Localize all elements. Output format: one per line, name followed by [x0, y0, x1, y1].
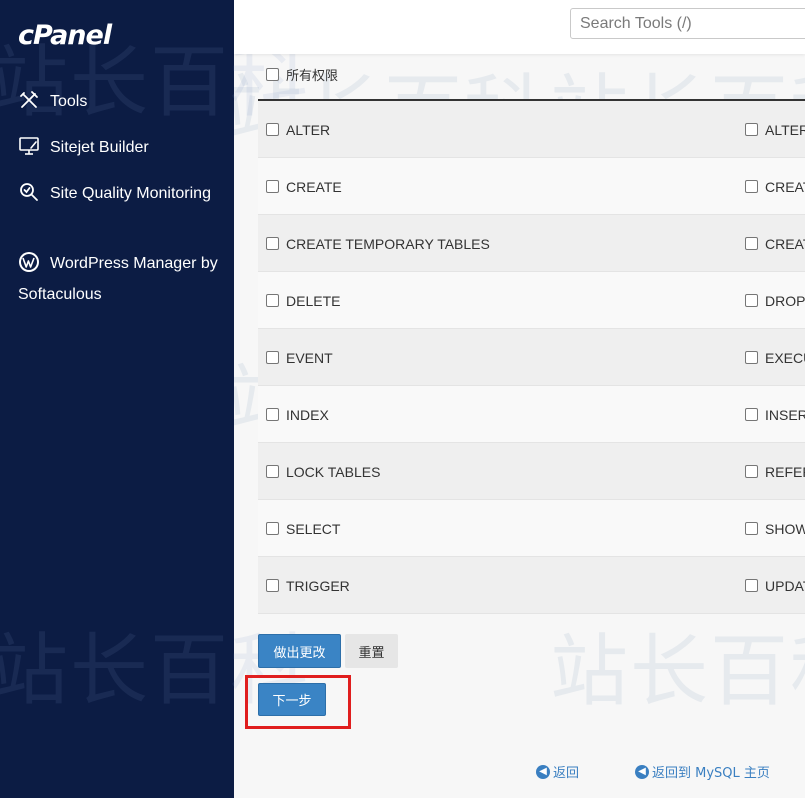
watermark: 站长百科 — [550, 627, 805, 717]
privilege-checkbox[interactable] — [745, 123, 758, 136]
sidebar-item-label: WordPress Manager by Softaculous — [18, 255, 218, 303]
privilege-label: CREATE TEMPORARY TABLES — [286, 235, 490, 252]
privilege-option[interactable]: DELETE — [266, 272, 340, 329]
privilege-checkbox[interactable] — [266, 579, 279, 592]
privilege-label: UPDAT — [765, 577, 805, 594]
sidebar-item-sitejet-builder[interactable]: Sitejet Builder — [18, 132, 223, 163]
privilege-label: LOCK TABLES — [286, 463, 381, 480]
privilege-row: ALTER ALTER — [258, 101, 805, 158]
all-privileges-label: 所有权限 — [286, 67, 339, 83]
privilege-option[interactable]: EXECU — [745, 329, 805, 386]
next-step-button[interactable]: 下一步 — [258, 683, 326, 716]
back-to-mysql-label: 返回到 MySQL 主页 — [652, 766, 770, 781]
tools-icon — [18, 89, 40, 111]
privilege-label: SELECT — [286, 520, 341, 537]
privilege-row: INDEX INSERT — [258, 386, 805, 443]
privilege-row: SELECT SHOW — [258, 500, 805, 557]
top-header — [234, 0, 805, 54]
sidebar-item-label: Sitejet Builder — [50, 139, 149, 156]
privilege-checkbox[interactable] — [266, 180, 279, 193]
privilege-option[interactable]: CREATE TEMPORARY TABLES — [266, 215, 490, 272]
sidebar-item-label: Site Quality Monitoring — [50, 185, 211, 202]
sidebar-item-wordpress-manager[interactable]: WordPress Manager by Softaculous — [18, 248, 223, 310]
privilege-label: TRIGGER — [286, 577, 350, 594]
privilege-label: CREAT — [765, 235, 805, 252]
cpanel-logo[interactable]: cPanel — [18, 20, 112, 51]
privilege-checkbox[interactable] — [745, 408, 758, 421]
privilege-label: DELETE — [286, 292, 341, 309]
wordpress-icon — [18, 251, 40, 273]
privilege-option[interactable]: CREAT — [745, 215, 805, 272]
back-link-label: 返回 — [553, 766, 580, 781]
privilege-label: INDEX — [286, 406, 329, 423]
privilege-option[interactable]: INSERT — [745, 386, 805, 443]
privilege-checkbox[interactable] — [266, 408, 279, 421]
privilege-row: DELETE DROP — [258, 272, 805, 329]
sidebar-item-site-quality-monitoring[interactable]: Site Quality Monitoring — [18, 178, 223, 209]
privilege-label: DROP — [765, 292, 805, 309]
back-to-mysql-link[interactable]: ◀ 返回到 MySQL 主页 — [635, 762, 770, 781]
privilege-checkbox[interactable] — [745, 351, 758, 364]
privilege-checkbox[interactable] — [266, 237, 279, 250]
sidebar-item-label: Tools — [50, 93, 88, 110]
privilege-checkbox[interactable] — [266, 465, 279, 478]
privilege-checkbox[interactable] — [745, 522, 758, 535]
privilege-option[interactable]: TRIGGER — [266, 557, 350, 614]
circle-arrow-left-icon: ◀ — [536, 764, 550, 779]
privilege-checkbox[interactable] — [745, 465, 758, 478]
privilege-option[interactable]: DROP — [745, 272, 805, 329]
magnifier-icon — [18, 181, 40, 203]
reset-button[interactable]: 重置 — [345, 634, 398, 668]
privilege-option[interactable]: REFER — [745, 443, 805, 500]
privilege-option[interactable]: EVENT — [266, 329, 333, 386]
privilege-option[interactable]: LOCK TABLES — [266, 443, 380, 500]
sidebar: 站长百科 站长百科 cPanel Tools Sitejet Builder S… — [0, 0, 308, 798]
all-privileges-option[interactable]: 所有权限 — [266, 61, 338, 87]
privilege-row: CREATE CREAT — [258, 158, 805, 215]
monitor-icon — [18, 135, 40, 157]
privilege-option[interactable]: INDEX — [266, 386, 329, 443]
circle-arrow-left-icon: ◀ — [635, 764, 649, 779]
privilege-row: LOCK TABLES REFER — [258, 443, 805, 500]
privilege-option[interactable]: SHOW — [745, 500, 805, 557]
privilege-checkbox[interactable] — [745, 294, 758, 307]
privilege-row: EVENT EXECU — [258, 329, 805, 386]
privilege-option[interactable]: SELECT — [266, 500, 340, 557]
privilege-checkbox[interactable] — [745, 579, 758, 592]
all-privileges-checkbox[interactable] — [266, 67, 279, 81]
privilege-label: CREAT — [765, 178, 805, 195]
privilege-checkbox[interactable] — [266, 522, 279, 535]
privilege-checkbox[interactable] — [745, 180, 758, 193]
privilege-label: EVENT — [286, 349, 333, 366]
privilege-label: CREATE — [286, 178, 342, 195]
privilege-checkbox[interactable] — [745, 237, 758, 250]
privilege-label: EXECU — [765, 349, 805, 366]
back-link[interactable]: ◀ 返回 — [536, 762, 579, 781]
privilege-label: REFER — [765, 463, 805, 480]
privilege-label: ALTER — [765, 121, 805, 138]
privilege-row: TRIGGER UPDAT — [258, 557, 805, 614]
privilege-option[interactable]: UPDAT — [745, 557, 805, 614]
privilege-label: INSERT — [765, 406, 805, 423]
privilege-checkbox[interactable] — [266, 294, 279, 307]
privilege-option[interactable]: CREAT — [745, 158, 805, 215]
privilege-option[interactable]: ALTER — [266, 101, 330, 158]
privilege-label: SHOW — [765, 520, 805, 537]
privilege-checkbox[interactable] — [266, 351, 279, 364]
sidebar-item-tools[interactable]: Tools — [18, 86, 223, 117]
privilege-option[interactable]: CREATE — [266, 158, 342, 215]
search-input[interactable] — [570, 8, 805, 39]
privilege-label: ALTER — [286, 121, 331, 138]
make-changes-button[interactable]: 做出更改 — [258, 634, 341, 668]
privilege-row: CREATE TEMPORARY TABLES CREAT — [258, 215, 805, 272]
privilege-checkbox[interactable] — [266, 123, 279, 136]
privilege-option[interactable]: ALTER — [745, 101, 805, 158]
main-content: 站长百科 站长百科 站长百科 站长百科 站长百科 所有权限 ALTER ALTE… — [234, 54, 805, 798]
